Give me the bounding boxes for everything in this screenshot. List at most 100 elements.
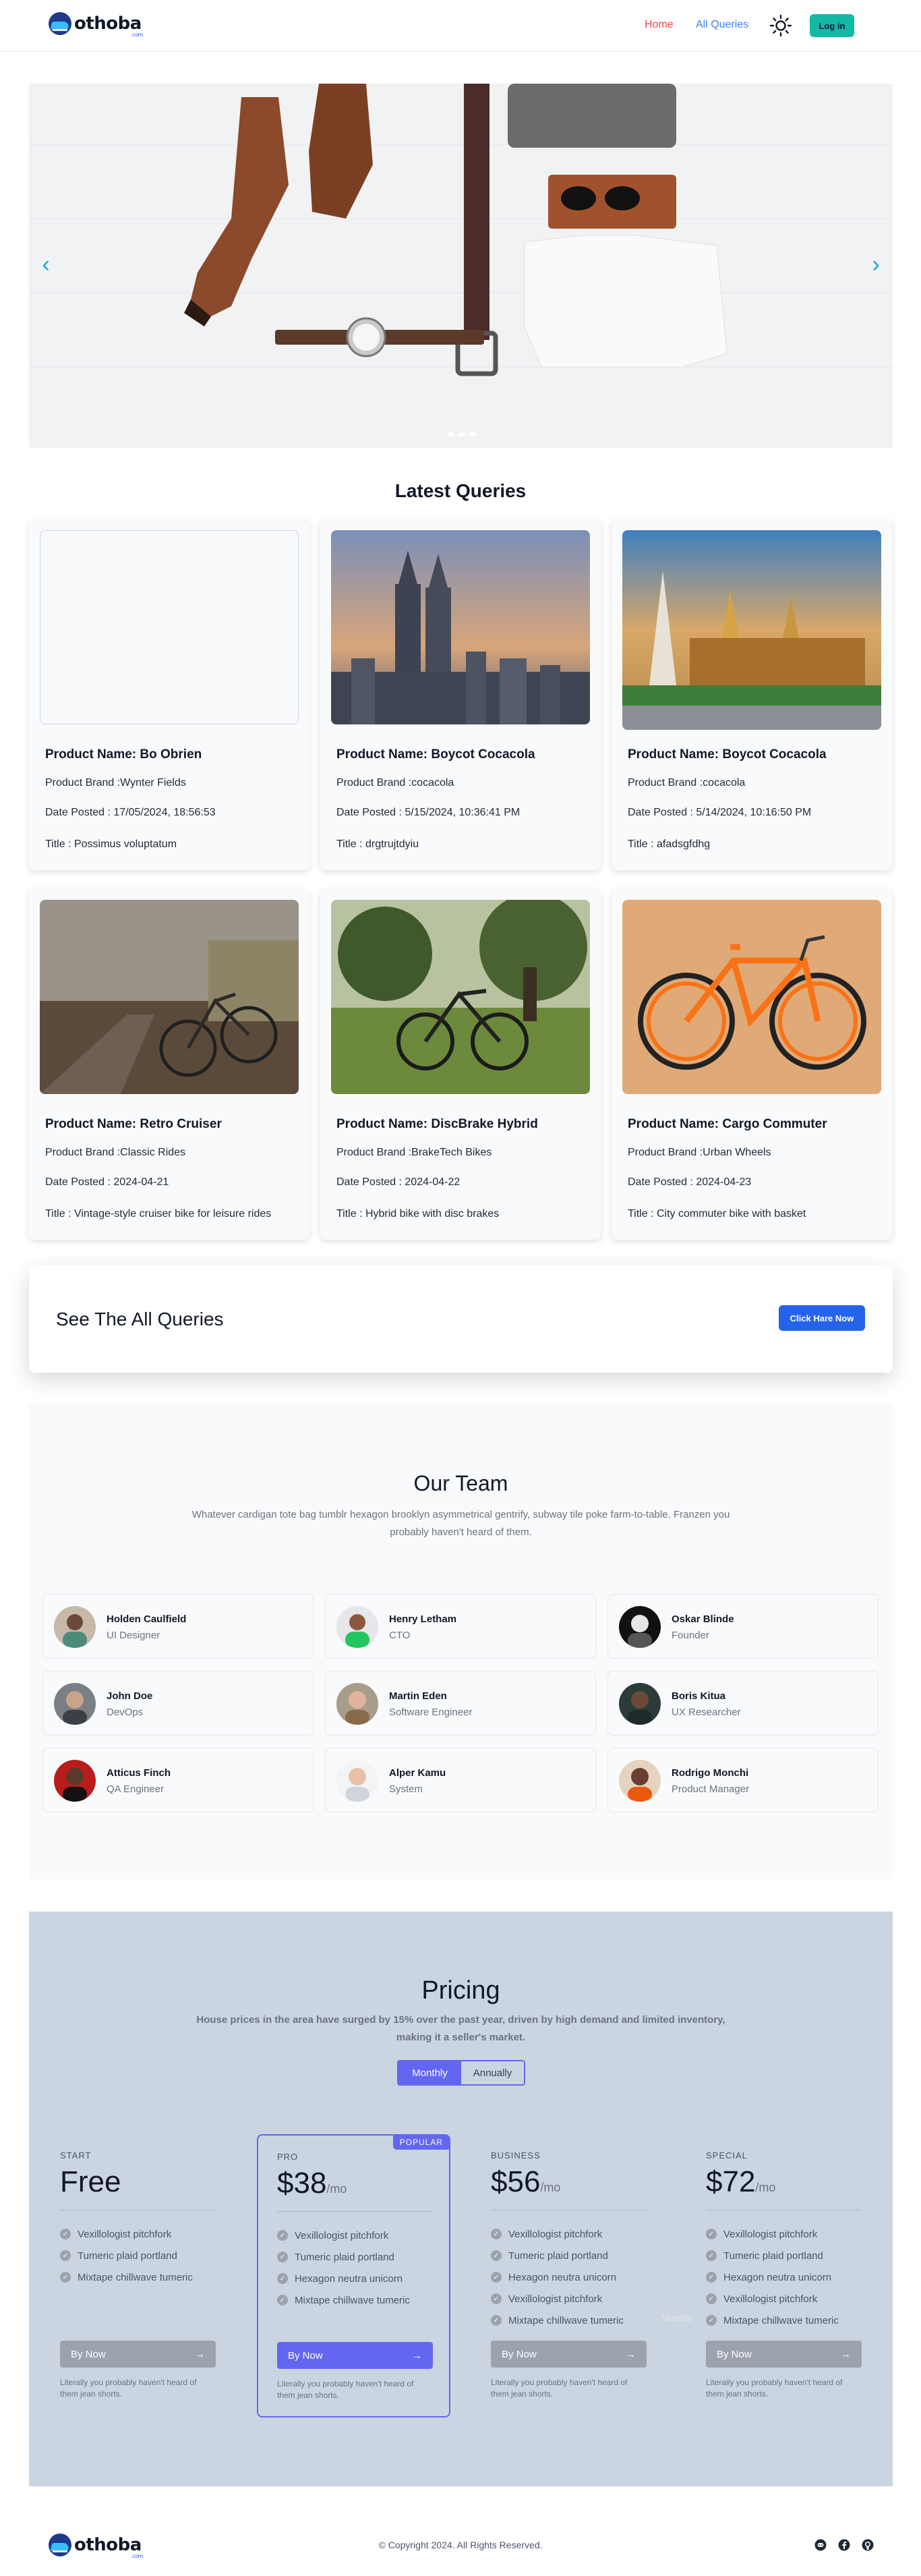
product-image [331, 530, 590, 724]
avatar [336, 1760, 378, 1802]
chevron-right-icon[interactable]: › [866, 253, 886, 276]
chevron-left-icon[interactable]: ‹ [36, 253, 56, 276]
product-name: Product Name: Cargo Commuter [628, 1117, 827, 1131]
team-member-card[interactable]: Atticus Finch QA Engineer [42, 1748, 314, 1812]
feature-item: ✓ Hexagon neutra unicorn [491, 2266, 624, 2288]
toggle-annually[interactable]: Annually [461, 2061, 524, 2084]
member-role: System [389, 1783, 423, 1795]
member-role: UI Designer [107, 1630, 160, 1641]
click-here-button[interactable]: Click Hare Now [779, 1305, 865, 1331]
feature-item: ✓ Vexillologist pitchfork [706, 2223, 839, 2245]
arrow-right-icon: → [412, 2349, 422, 2362]
feature-item: ✓ Mixtape chillwave tumeric [706, 2310, 839, 2331]
github-icon[interactable] [862, 2539, 874, 2551]
member-role: DevOps [107, 1707, 144, 1718]
feature-item: ✓ Vexillologist pitchfork [491, 2223, 624, 2245]
nav-link-all-queries[interactable]: All Queries [696, 19, 748, 31]
query-card[interactable]: Product Name: Boycot Cocacola Product Br… [612, 519, 892, 870]
check-icon: ✓ [60, 2250, 71, 2261]
query-card[interactable]: Product Name: Boycot Cocacola Product Br… [320, 519, 601, 870]
check-icon: ✓ [60, 2229, 71, 2239]
check-icon: ✓ [277, 2230, 288, 2241]
copyright-text: © Copyright 2024. All Rights Reserved. [378, 2540, 543, 2550]
query-card[interactable]: Product Name: Bo Obrien Product Brand :W… [29, 519, 309, 870]
buy-now-button[interactable]: By Now → [706, 2341, 862, 2368]
plan-tag: BUSINESS [491, 2150, 541, 2160]
date-posted: Date Posted : 2024-04-22 [336, 1176, 460, 1188]
team-member-card[interactable]: Martin Eden Software Engineer [325, 1671, 596, 1736]
plan-price: $56/mo [491, 2165, 561, 2198]
avatar [54, 1683, 96, 1725]
plan-card-start: START Free ✓ Vexillologist pitchfork ✓ Tum… [41, 2134, 235, 2417]
query-card[interactable]: Product Name: DiscBrake Hybrid Product B… [320, 889, 601, 1240]
check-icon: ✓ [277, 2295, 288, 2306]
avatar [619, 1606, 661, 1648]
check-icon: ✓ [491, 2315, 502, 2326]
query-title: Title : Hybrid bike with disc brakes [336, 1208, 500, 1220]
arrow-right-icon: → [841, 2348, 851, 2360]
team-member-card[interactable]: John Doe DevOps [42, 1671, 314, 1736]
carousel-dot[interactable] [469, 432, 476, 436]
feature-item: ✓ Hexagon neutra unicorn [706, 2266, 839, 2288]
team-member-card[interactable]: Alper Kamu System [325, 1748, 596, 1812]
query-card[interactable]: Product Name: Retro Cruiser Product Bran… [29, 889, 309, 1240]
product-brand: Product Brand :cocacola [336, 777, 454, 789]
check-icon: ✓ [491, 2250, 502, 2261]
avatar [336, 1606, 378, 1648]
check-icon: ✓ [491, 2272, 502, 2283]
check-icon: ✓ [60, 2272, 71, 2283]
date-posted: Date Posted : 2024-04-21 [45, 1176, 169, 1188]
product-name: Product Name: Bo Obrien [45, 747, 202, 762]
arrow-right-icon: → [195, 2348, 205, 2360]
product-image [40, 530, 299, 724]
buy-now-button[interactable]: By Now → [277, 2342, 433, 2369]
product-image [331, 900, 590, 1094]
buy-now-button[interactable]: By Now → [60, 2341, 216, 2368]
product-image [622, 900, 881, 1094]
buy-now-button[interactable]: By Now → [491, 2341, 647, 2368]
query-card[interactable]: Product Name: Cargo Commuter Product Bra… [612, 889, 892, 1240]
product-brand: Product Brand :BrakeTech Bikes [336, 1147, 492, 1158]
logo-sub: .com [131, 2553, 143, 2559]
team-member-card[interactable]: Holden Caulfield UI Designer [42, 1594, 314, 1659]
sun-icon[interactable] [769, 13, 793, 38]
team-heading: Our Team [413, 1471, 508, 1495]
feature-list: ✓ Vexillologist pitchfork ✓ Tumeric plaid … [491, 2223, 624, 2331]
team-member-card[interactable]: Henry Letham CTO [325, 1594, 596, 1659]
product-image [40, 900, 299, 1094]
avatar [336, 1683, 378, 1725]
nav-link-home[interactable]: Home [645, 19, 674, 31]
date-posted: Date Posted : 5/14/2024, 10:16:50 PM [628, 807, 812, 818]
plan-tag: SPECIAL [706, 2150, 748, 2160]
product-name: Product Name: Boycot Cocacola [628, 747, 827, 762]
site-logo[interactable]: othoba .com [49, 12, 143, 38]
member-name: Oskar Blinde [672, 1613, 734, 1625]
member-name: Boris Kitua [672, 1690, 726, 1702]
popular-badge: POPULAR [392, 2135, 450, 2150]
team-member-card[interactable]: Rodrigo Monchi Product Manager [607, 1748, 879, 1812]
team-member-card[interactable]: Boris Kitua UX Researcher [607, 1671, 879, 1736]
feature-item: ✓ Mixtape chillwave tumeric [491, 2310, 624, 2331]
product-brand: Product Brand :Urban Wheels [628, 1147, 771, 1158]
login-button[interactable]: Log in [810, 14, 854, 37]
avatar [54, 1606, 96, 1648]
feature-item: ✓ Tumeric plaid portland [277, 2246, 410, 2268]
team-member-card[interactable]: Oskar Blinde Founder [607, 1594, 879, 1659]
member-role: QA Engineer [107, 1783, 165, 1795]
member-role: CTO [389, 1630, 411, 1641]
logo-text: othoba [74, 13, 142, 34]
logo-sub: .com [131, 32, 143, 38]
latest-queries-heading: Latest Queries [394, 480, 527, 501]
plan-price: $72/mo [706, 2165, 776, 2198]
toggle-monthly[interactable]: Monthly [398, 2061, 461, 2084]
discord-icon[interactable] [814, 2539, 827, 2551]
query-title: Title : Possimus voluptatum [45, 838, 177, 850]
facebook-icon[interactable] [838, 2539, 850, 2551]
carousel-dot[interactable] [458, 432, 465, 436]
check-icon: ✓ [706, 2250, 717, 2261]
see-all-queries-banner: See The All Queries Click Hare Now [29, 1265, 893, 1373]
plan-tag: START [60, 2150, 92, 2160]
carousel-dot[interactable] [448, 432, 454, 436]
plan-tag: PRO [277, 2152, 299, 2162]
plan-card-pro: POPULAR PRO $38/mo ✓ Vexillologist pitchf… [257, 2134, 450, 2417]
